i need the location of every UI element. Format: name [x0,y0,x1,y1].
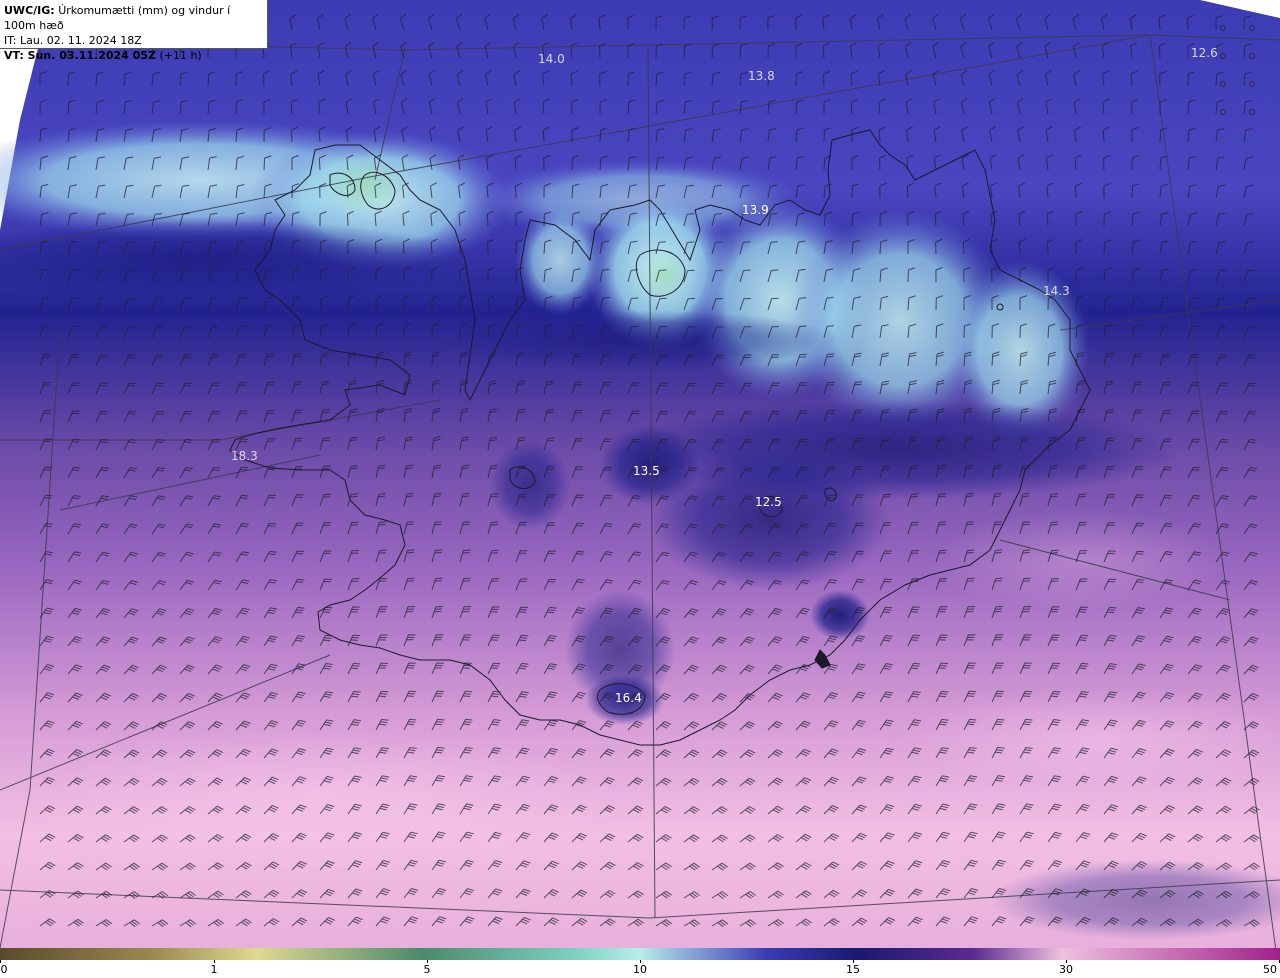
colorbar-tick-15: 15 [846,963,860,976]
label-13-8-north: 13.8 [748,69,775,83]
valid-time-line: VT: Sun. 03.11.2024 05Z (+11 h) [4,48,263,63]
map-info-box: UWC/IG: Úrkomumætti (mm) og vindur í 100… [0,0,268,62]
colorbar-tick-10: 10 [633,963,647,976]
initial-time: IT: Lau. 02. 11. 2024 18Z [4,34,142,47]
weather-map: 14.0 13.8 12.6 13.9 14.3 18.3 13.5 12.5 … [0,0,1280,948]
label-13-5-central: 13.5 [633,464,660,478]
label-16-4-south: 16.4 [615,691,642,705]
title-line: UWC/IG: Úrkomumætti (mm) og vindur í 100… [4,3,263,33]
label-12-6-northeast: 12.6 [1191,46,1218,60]
precip-colorbar [0,948,1280,960]
label-12-5-central-east: 12.5 [755,495,782,509]
colorbar-ticks: 0 1 5 10 15 30 50 [0,960,1280,978]
valid-time: VT: Sun. 03.11.2024 05Z [4,49,156,62]
label-14-3-east: 14.3 [1043,284,1070,298]
colorbar-tick-50: 50 [1263,963,1277,976]
colorbar-tick-5: 5 [423,963,431,976]
colorbar-tick-1: 1 [210,963,218,976]
label-18-3-west: 18.3 [231,449,258,463]
colorbar-tick-0: 0 [0,963,8,976]
colorbar-tick-30: 30 [1059,963,1073,976]
forecast-offset: (+11 h) [159,49,202,62]
label-14-0-northwest: 14.0 [538,52,565,66]
label-13-9-north-coast: 13.9 [742,203,769,217]
model-label: UWC/IG: [4,4,55,17]
